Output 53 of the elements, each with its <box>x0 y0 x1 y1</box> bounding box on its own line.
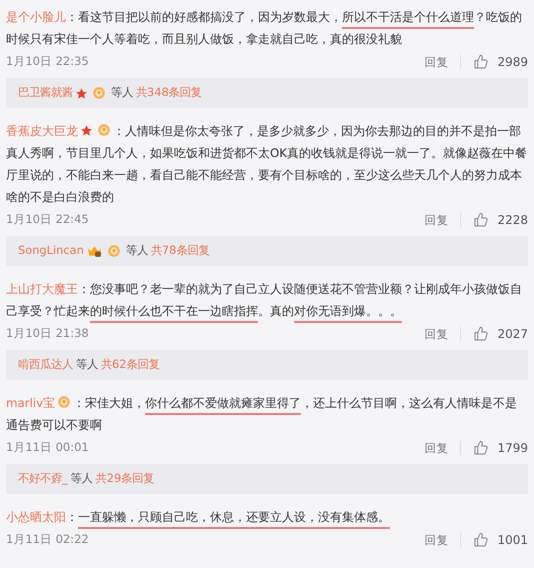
comment-text: 香蕉皮大巨龙 ：人情味但是你太夸张了，是多少就多少，因为你去那边的目的并不是拍一部真人秀啊，节目里几个人，如果吃饭和进货都不太OK真的收钱就是得说一就一了。就像赵薇在中餐厅里说的，不能白来一趟，看自己能不能经营，要有个目标啥的，至少这么些天几个人的努力成本啥的不是白白浪费的 <box>6 122 528 206</box>
comment-text: marliv宝 ：宋佳大姐，你什么都不爱做就瘫家里得了，还上什么节目啊，这么有人情味是不是通告费可以不要啊 <box>6 394 518 434</box>
thumbs-up-icon <box>473 440 490 456</box>
reply-count-link[interactable]: 共29条回复 <box>96 470 154 488</box>
reply-count-link[interactable]: 共348条回复 <box>136 84 202 102</box>
reply-summary[interactable]: SongLincan 等人 共78条回复 <box>6 236 528 266</box>
comment-time: 1月10日 22:35 <box>6 53 89 70</box>
reply-count-link[interactable]: 共78条回复 <box>150 242 210 260</box>
comment-time: 1月11日 02:22 <box>6 531 89 548</box>
star-icon <box>75 86 88 100</box>
medal-icon <box>92 86 106 100</box>
username-link[interactable]: 上山打大魔王 <box>6 282 78 296</box>
vip-badge-icon <box>86 244 103 258</box>
like-button[interactable]: 1001 <box>461 531 528 549</box>
username-link[interactable]: 小怂晒太阳 <box>6 510 66 524</box>
others-label: 等人 <box>70 470 93 488</box>
reply-button[interactable]: 回复 <box>424 55 462 69</box>
comment-text: 是个小脸儿：看这节目把以前的好感都搞没了，因为岁数最大，所以不干活是个什么道理？吃饭的时候只有宋佳一个人等着吃，而且别人做饭，拿走就自己吃，真的很没礼貌 <box>6 9 523 48</box>
reply-summary[interactable]: 不好不孬_ 等人 共29条回复 <box>6 464 528 494</box>
medal-icon <box>106 244 121 258</box>
like-button[interactable]: 2989 <box>461 53 528 71</box>
thumbs-up-icon <box>473 54 490 70</box>
reply-summary[interactable]: 啃西瓜达人 等人 共62条回复 <box>6 350 528 380</box>
thumbs-up-icon <box>473 326 490 342</box>
others-label: 等人 <box>76 356 98 374</box>
username-link[interactable]: 香蕉皮大巨龙 <box>6 124 78 138</box>
username-link[interactable]: SongLincan <box>18 242 84 260</box>
reply-button[interactable]: 回复 <box>424 213 462 227</box>
like-button[interactable]: 2228 <box>461 211 528 229</box>
comment-time: 1月10日 22:45 <box>6 211 89 228</box>
comment-text: 小怂晒太阳：一直躲懒，只顾自己吃，休息，还要立人设，没有集体感。 <box>6 506 528 528</box>
username-link[interactable]: 是个小脸儿 <box>6 10 66 24</box>
thumbs-up-icon <box>473 532 490 548</box>
username-link[interactable]: 不好不孬_ <box>18 470 68 488</box>
reply-button[interactable]: 回复 <box>424 327 462 341</box>
medal-icon <box>57 395 72 409</box>
username-link[interactable]: 巴卫酱就酱 <box>18 84 73 102</box>
comment-time: 1月10日 21:38 <box>6 325 89 342</box>
like-button[interactable]: 1799 <box>461 439 528 457</box>
username-link[interactable]: 啃西瓜达人 <box>18 356 73 374</box>
username-link[interactable]: marliv宝 <box>6 396 56 410</box>
thumbs-up-icon <box>473 212 490 228</box>
star-icon <box>80 124 93 137</box>
comment-time: 1月11日 00:01 <box>6 439 89 456</box>
reply-button[interactable]: 回复 <box>424 533 462 547</box>
others-label: 等人 <box>111 84 133 102</box>
reply-button[interactable]: 回复 <box>424 441 462 455</box>
reply-count-link[interactable]: 共62条回复 <box>101 356 160 374</box>
others-label: 等人 <box>126 242 148 260</box>
comment-text: 上山打大魔王：您没事吧？老一辈的就为了自己立人设随便送花不管营业额？让刚成年小孩做饭自己享受？忙起来的时候什么也不干在一边瞎指挥。真的对你无语到爆。。。 <box>6 278 528 322</box>
medal-icon <box>97 123 111 137</box>
like-button[interactable]: 2027 <box>461 325 528 343</box>
reply-summary[interactable]: 巴卫酱就酱 等人 共348条回复 <box>6 78 528 108</box>
